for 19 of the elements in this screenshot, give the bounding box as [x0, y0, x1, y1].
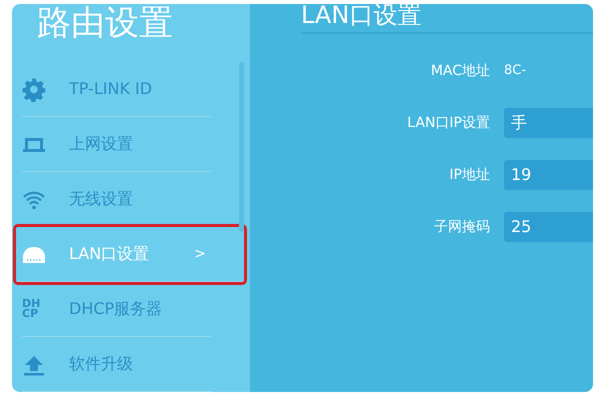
- scrollbar[interactable]: [239, 62, 244, 232]
- sidebar-item[interactable]: DH CP DHCP服务器: [22, 282, 212, 337]
- field-label: MAC地址: [430, 62, 490, 80]
- field-label: IP地址: [448, 166, 490, 184]
- field-value: 8C-: [504, 62, 526, 80]
- input-field[interactable]: 19: [504, 160, 593, 190]
- input-field[interactable]: 25: [504, 212, 593, 242]
- sidebar-item[interactable]: 软件升级: [22, 337, 212, 392]
- caret-icon: >: [194, 244, 206, 264]
- gear-icon: [22, 77, 48, 101]
- sidebar-item[interactable]: 上网设置: [22, 117, 212, 172]
- sidebar-item[interactable]: TP-LINK ID: [22, 62, 212, 117]
- dhcp-icon: DH CP: [22, 299, 48, 319]
- sidebar-title: 路由设置: [36, 4, 174, 45]
- sidebar-item[interactable]: 无线设置: [22, 172, 212, 227]
- sidebar-item[interactable]: LAN口设置 >: [16, 227, 244, 282]
- field-label: 子网掩码: [433, 218, 490, 236]
- select-field[interactable]: 手: [504, 108, 593, 138]
- field-label: LAN口IP设置: [406, 114, 490, 132]
